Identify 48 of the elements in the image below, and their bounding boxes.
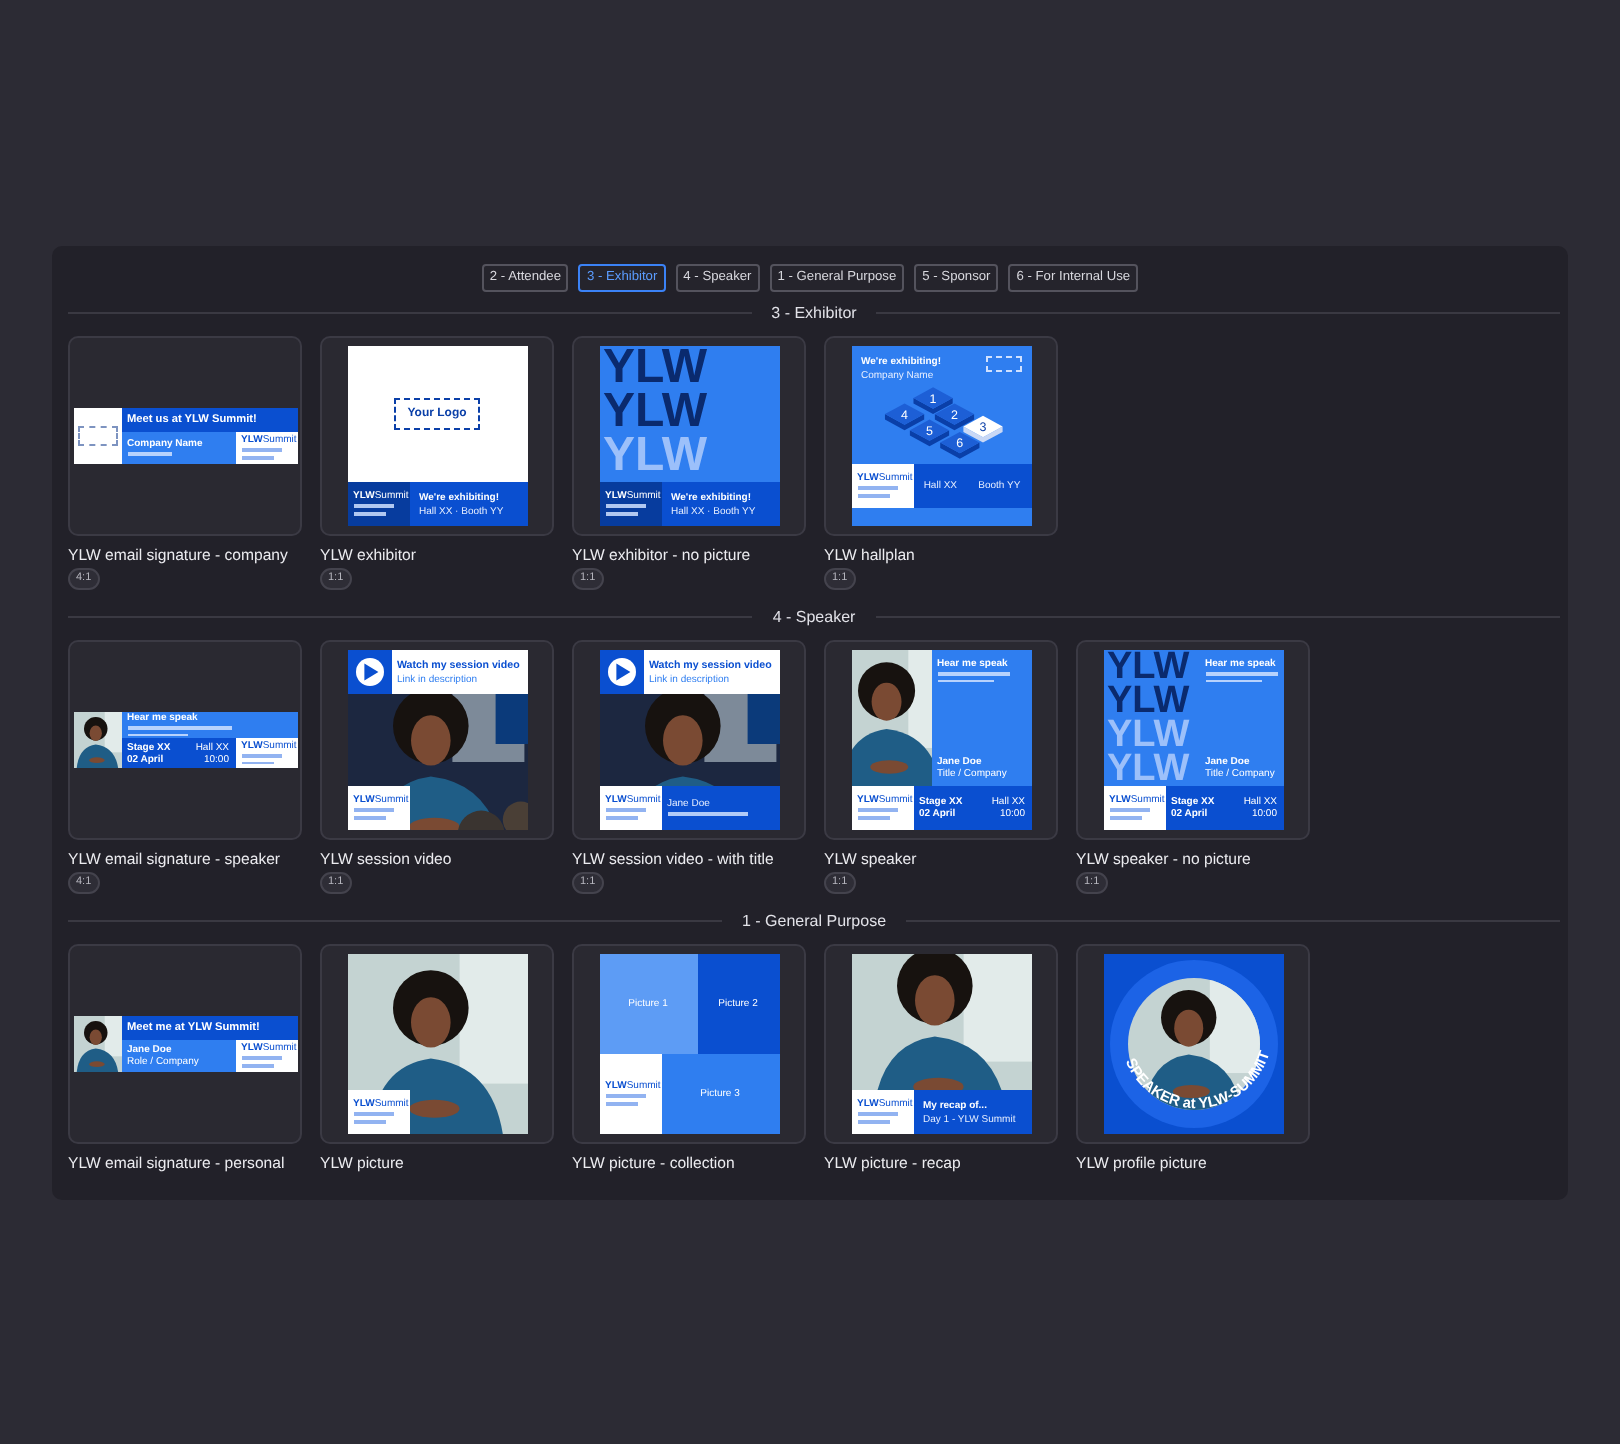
placeholder-line — [605, 1094, 645, 1099]
brand-wordmark: YLW — [1107, 718, 1192, 752]
section-heading: 1 - General Purpose — [741, 912, 887, 930]
placeholder-line — [1109, 816, 1141, 820]
placeholder-line — [1205, 672, 1277, 675]
placeholder-line — [857, 816, 889, 820]
brand-wordmark: YLW — [1107, 752, 1192, 786]
play-icon[interactable] — [599, 650, 643, 694]
logo-placeholder — [985, 356, 1021, 372]
brand-wordmark: YLW — [1107, 684, 1192, 718]
section-heading: 4 - Speaker — [772, 608, 856, 626]
placeholder-line — [353, 504, 393, 509]
placeholder-line — [605, 1102, 637, 1106]
placeholder-line — [857, 808, 897, 813]
placeholder-line — [241, 753, 281, 758]
play-icon[interactable] — [347, 650, 391, 694]
placeholder-line — [1109, 808, 1149, 813]
placeholder-line — [127, 452, 171, 456]
placeholder-line — [241, 1056, 281, 1061]
placeholder-line — [937, 672, 1009, 675]
logo-placeholder — [77, 426, 117, 446]
placeholder-line — [857, 1112, 897, 1117]
placeholder-line — [127, 726, 231, 729]
brand-wordmark: YLW — [603, 390, 709, 434]
placeholder-line — [667, 812, 747, 816]
placeholder-line — [857, 486, 897, 491]
placeholder-line — [857, 1120, 889, 1124]
placeholder-line — [605, 808, 645, 813]
placeholder-line — [937, 679, 993, 682]
brand-wordmark: YLW — [1107, 650, 1192, 684]
placeholder-line — [857, 494, 889, 498]
placeholder-line — [1205, 679, 1261, 682]
placeholder-line — [241, 448, 281, 453]
placeholder-line — [353, 1112, 393, 1117]
section-heading: 3 - Exhibitor — [771, 304, 857, 322]
brand-wordmark: YLW — [603, 434, 709, 478]
placeholder-line — [353, 816, 385, 820]
placeholder-line — [353, 808, 393, 813]
placeholder-line — [241, 761, 273, 765]
placeholder-line — [605, 816, 637, 820]
placeholder-line — [127, 733, 187, 736]
placeholder-line — [241, 456, 273, 460]
placeholder-line — [605, 504, 645, 509]
placeholder-line — [241, 1064, 273, 1068]
brand-wordmark: YLW — [603, 346, 709, 390]
placeholder-line — [605, 512, 637, 516]
placeholder-line — [353, 1120, 385, 1124]
placeholder-line — [353, 512, 385, 516]
